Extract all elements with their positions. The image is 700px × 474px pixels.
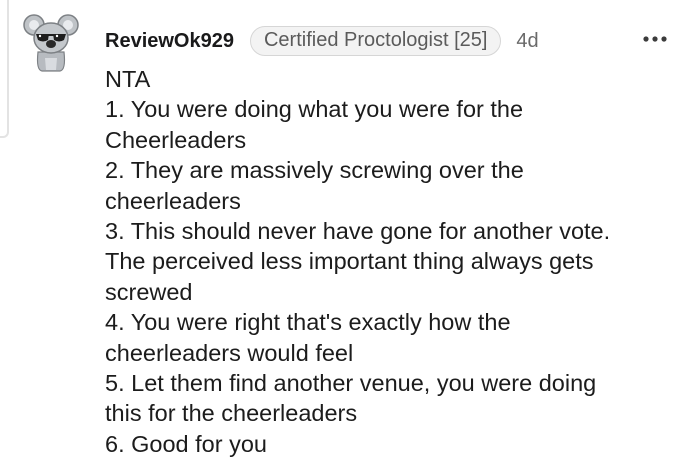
comment-body: NTA 1. You were doing what you were for … (105, 64, 685, 459)
comment-text-line: cheerleaders would feel (105, 339, 354, 366)
comment-text-line: screwed (105, 278, 193, 305)
comment-text-line: 6. Good for you (105, 430, 267, 457)
more-options-icon (643, 36, 667, 42)
comment-text-line: 3. This should never have gone for anoth… (105, 218, 611, 245)
comment-text-line: cheerleaders (105, 187, 241, 214)
user-flair: Certified Proctologist [25] (249, 26, 502, 56)
comment-age: 4d (516, 29, 539, 52)
comment-text-line: 2. They are massively screwing over the (105, 157, 524, 184)
user-avatar[interactable] (20, 10, 82, 72)
koala-avatar-icon (23, 14, 79, 72)
comment-text-line: The perceived less important thing alway… (105, 248, 594, 275)
comment-text-line: 1. You were doing what you were for the (105, 96, 524, 123)
comment-text-line: Cheerleaders (105, 126, 247, 153)
comment-header: ReviewOk929 Certified Proctologist [25] … (105, 24, 539, 58)
comment-text-line: NTA (105, 66, 151, 92)
more-options-button[interactable] (640, 28, 670, 50)
username-link[interactable]: ReviewOk929 (105, 30, 234, 53)
thread-line (0, 0, 9, 138)
comment-text-line: this for the cheerleaders (105, 400, 358, 427)
comment-text-line: 4. You were right that's exactly how the (105, 309, 511, 336)
comment-text-line: 5. Let them find another venue, you were… (105, 370, 597, 397)
